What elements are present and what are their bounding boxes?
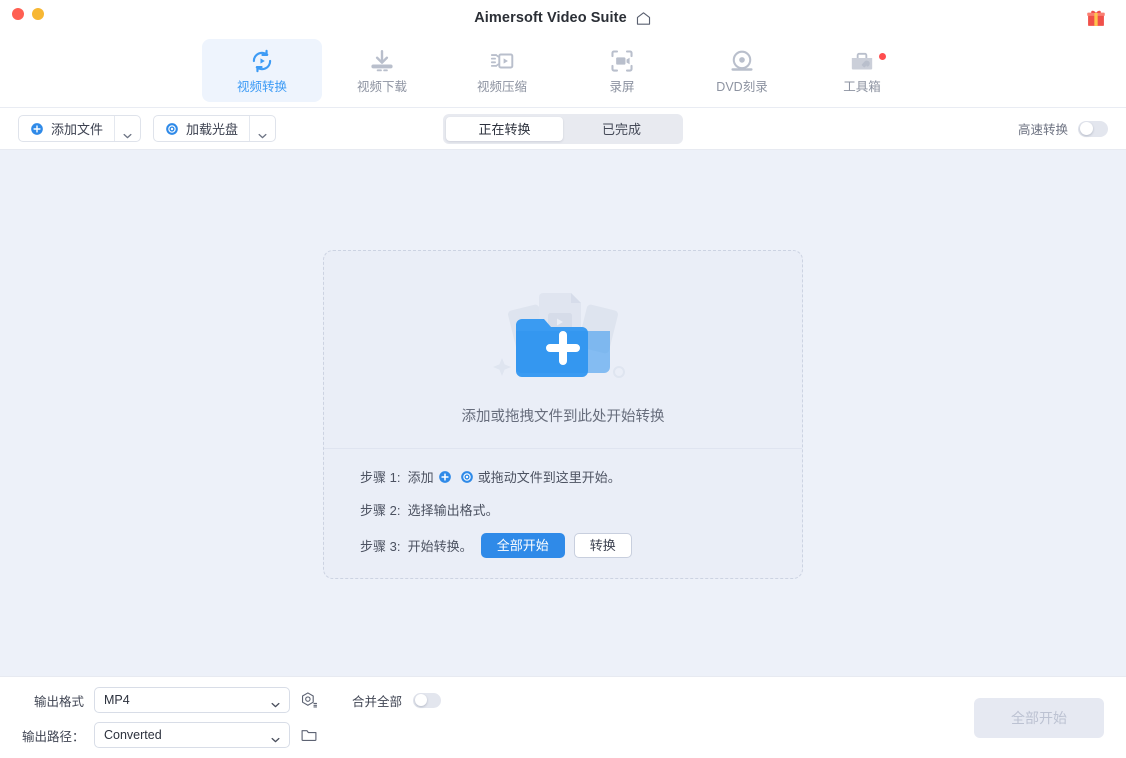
nav-label: 录屏: [609, 79, 635, 94]
convert-icon: [249, 48, 275, 74]
status-tabs: 正在转换 已完成: [443, 113, 683, 144]
dropzone-steps: 步骤 1: 添加 或拖动文件到这里开始。 步骤 2: 选择输出格式。 步骤 3:…: [324, 449, 802, 578]
nav-item-screen-record[interactable]: 录屏: [562, 39, 682, 102]
output-format-value: MP4: [104, 693, 130, 707]
nav-item-video-download[interactable]: 视频下载: [322, 39, 442, 102]
merge-all-label: 合并全部: [352, 694, 403, 709]
tab-completed[interactable]: 已完成: [563, 117, 680, 141]
highspeed-label: 高速转换: [1017, 123, 1068, 137]
format-settings-icon[interactable]: [300, 691, 318, 709]
app-window: Aimersoft Video Suite 视频转换 视频下载 视频压缩 录屏 …: [0, 0, 1126, 758]
plus-circle-icon: [30, 122, 44, 136]
output-format-select[interactable]: MP4: [94, 687, 290, 713]
load-disc-button-group[interactable]: 加载光盘: [153, 115, 277, 142]
output-path-row: 输出路径： Converted: [22, 722, 441, 748]
nav-item-video-convert[interactable]: 视频转换: [202, 39, 322, 102]
folder-icon[interactable]: [300, 726, 318, 744]
dropzone-upper[interactable]: 添加或拖拽文件到此处开始转换: [324, 251, 802, 449]
chevron-down-icon: [258, 126, 267, 138]
output-path-label: 输出路径：: [22, 729, 85, 744]
plus-circle-icon[interactable]: [438, 470, 452, 484]
title-group: Aimersoft Video Suite: [474, 10, 652, 27]
nav-item-toolbox[interactable]: 工具箱: [802, 39, 922, 102]
disc-icon: [165, 122, 179, 136]
chevron-down-icon: [271, 732, 280, 743]
output-settings: 输出格式 MP4 合并全部 输出路径： Converted: [22, 687, 442, 748]
output-path-select[interactable]: Converted: [94, 722, 290, 748]
convert-button[interactable]: 转换: [573, 533, 632, 558]
footer-start-all-button[interactable]: 全部开始: [974, 697, 1104, 738]
add-file-button-group[interactable]: 添加文件: [18, 115, 142, 142]
highspeed-toggle[interactable]: [1078, 120, 1108, 137]
dropzone-caption: 添加或拖拽文件到此处开始转换: [461, 409, 665, 425]
gift-icon[interactable]: [1086, 8, 1106, 28]
record-screen-icon: [609, 48, 635, 74]
toolbox-badge: [879, 53, 886, 60]
file-dropzone[interactable]: 添加或拖拽文件到此处开始转换 步骤 1: 添加 或拖动文件到这里开始。 步骤 2…: [323, 250, 803, 579]
add-file-label: 添加文件: [51, 122, 104, 137]
output-path-value: Converted: [104, 728, 162, 742]
title-bar: Aimersoft Video Suite: [0, 0, 1126, 36]
step-1-suffix: 或拖动文件到这里开始。: [477, 470, 621, 485]
step-3: 步骤 3: 开始转换。 全部开始 转换: [360, 533, 802, 558]
tab-converting[interactable]: 正在转换: [446, 116, 563, 141]
nav-item-dvd-burn[interactable]: DVD刻录: [682, 39, 802, 102]
main-navigation: 视频转换 视频下载 视频压缩 录屏 DVD刻录 工具箱: [0, 36, 1126, 108]
compress-icon: [489, 48, 515, 74]
highspeed-toggle-group: 高速转换: [1018, 119, 1108, 138]
disc-icon[interactable]: [460, 470, 474, 484]
step-3-prefix: 步骤 3: 开始转换。: [360, 539, 473, 554]
merge-all-toggle[interactable]: [413, 692, 442, 708]
minimize-button[interactable]: [32, 8, 44, 20]
step-1-prefix: 步骤 1: 添加: [360, 470, 434, 485]
nav-label: DVD刻录: [716, 79, 768, 94]
toggle-knob: [1080, 122, 1093, 135]
nav-item-video-compress[interactable]: 视频压缩: [442, 39, 562, 102]
window-controls[interactable]: [12, 8, 44, 20]
chevron-down-icon: [271, 697, 280, 708]
output-format-row: 输出格式 MP4 合并全部: [22, 687, 442, 713]
page-title: Aimersoft Video Suite: [474, 10, 627, 26]
toggle-knob: [415, 694, 428, 706]
add-file-dropdown-button[interactable]: [114, 116, 140, 141]
step-2: 步骤 2: 选择输出格式。: [360, 500, 802, 519]
footer-bar: 输出格式 MP4 合并全部 输出路径： Converted 全部开始: [0, 676, 1126, 758]
toolbox-icon: [849, 48, 875, 74]
load-disc-button[interactable]: 加载光盘: [154, 116, 249, 141]
load-disc-dropdown-button[interactable]: [249, 116, 275, 141]
main-canvas: 添加或拖拽文件到此处开始转换 步骤 1: 添加 或拖动文件到这里开始。 步骤 2…: [0, 150, 1126, 676]
dvd-burn-icon: [729, 48, 755, 74]
nav-label: 工具箱: [843, 79, 881, 94]
merge-all-group: 合并全部: [352, 691, 442, 710]
add-folder-illustration: [488, 279, 638, 391]
nav-label: 视频下载: [356, 79, 407, 94]
step-1: 步骤 1: 添加 或拖动文件到这里开始。: [360, 467, 802, 486]
nav-label: 视频转换: [236, 79, 287, 94]
close-button[interactable]: [12, 8, 24, 20]
add-file-button[interactable]: 添加文件: [19, 116, 114, 141]
download-icon: [369, 48, 395, 74]
load-disc-label: 加载光盘: [186, 122, 239, 137]
chevron-down-icon: [123, 126, 132, 138]
home-icon[interactable]: [635, 10, 652, 27]
start-all-button[interactable]: 全部开始: [480, 533, 565, 558]
output-format-label: 输出格式: [33, 694, 84, 709]
nav-label: 视频压缩: [476, 79, 527, 94]
step-2-prefix: 步骤 2: 选择输出格式。: [360, 503, 499, 518]
action-toolbar: 添加文件 加载光盘 正在转换 已完成 高速转换: [0, 108, 1126, 150]
